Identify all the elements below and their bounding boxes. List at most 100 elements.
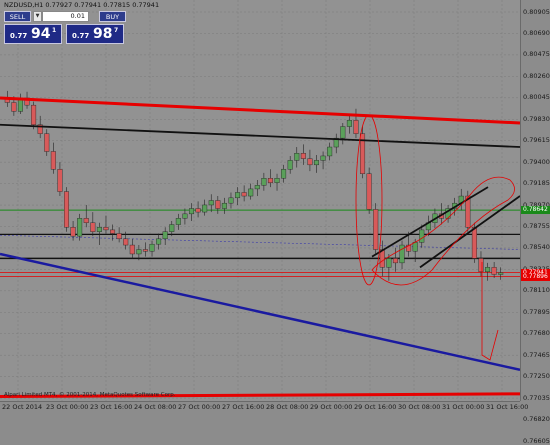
- candle-body: [31, 104, 37, 125]
- candle-body: [267, 178, 273, 183]
- candle-body: [188, 208, 195, 215]
- price-tick-label: 0.76605: [523, 436, 550, 445]
- candle-body: [103, 227, 109, 231]
- candle-body: [346, 120, 352, 127]
- copyright-notice: Alpari Limited MT4, © 2001-2014, MetaQuo…: [4, 392, 176, 398]
- time-tick-label: 27 Oct 16:00: [222, 403, 265, 411]
- time-tick-label: 28 Oct 08:00: [266, 403, 309, 411]
- candle-body: [471, 227, 477, 259]
- price-tick-label: 0.78110: [523, 286, 550, 295]
- time-tick-label: 29 Oct 16:00: [354, 403, 397, 411]
- candle-body: [235, 192, 241, 199]
- price-tick-label: 0.79185: [523, 179, 550, 188]
- chart-area[interactable]: NZDUSD,H1 0.77927 0.77941 0.77815 0.7794…: [0, 0, 521, 442]
- candle-body: [300, 153, 306, 159]
- candle-body: [221, 202, 227, 209]
- candle-body: [261, 178, 267, 186]
- candle-body: [392, 258, 398, 264]
- ask-price-pips: 98: [93, 26, 113, 42]
- price-tick-label: 0.77680: [523, 329, 550, 338]
- chevron-down-icon[interactable]: ▼: [33, 11, 42, 22]
- candle-body: [44, 133, 50, 152]
- candle-body: [57, 169, 63, 192]
- candle-body: [202, 204, 208, 213]
- candle-body: [419, 229, 425, 243]
- bid-price-prefix: 0.77: [10, 32, 28, 40]
- candle-body: [63, 191, 70, 228]
- blue-downtrend-line: [0, 252, 521, 372]
- candle-body: [77, 218, 83, 237]
- price-tick-label: 0.80045: [523, 93, 550, 102]
- candle-body: [373, 209, 379, 250]
- candle-body: [136, 249, 142, 255]
- price-tick-label: 0.77035: [523, 393, 550, 402]
- candle-body: [241, 192, 247, 197]
- price-tick-label: 0.80475: [523, 50, 550, 59]
- time-tick-label: 30 Oct 08:00: [398, 403, 441, 411]
- candle-body: [123, 238, 129, 246]
- candle-body: [254, 185, 260, 190]
- price-tick-label: 0.79615: [523, 136, 550, 145]
- candle-body: [175, 218, 181, 225]
- price-tick-label: 0.78755: [523, 222, 550, 230]
- candle-body: [110, 229, 116, 234]
- price-badge: 0.78642: [521, 206, 550, 215]
- price-tick-label: 0.77465: [523, 350, 550, 359]
- candle-body: [208, 200, 214, 206]
- time-tick-label: 23 Oct 16:00: [90, 403, 133, 411]
- candle-body: [327, 146, 333, 157]
- time-axis[interactable]: 22 Oct 2014 23 Oct 00:00 23 Oct 16:00 24 Oc…: [0, 401, 528, 413]
- price-tick-label: 0.76820: [523, 415, 550, 424]
- price-tick-label: 0.80905: [523, 7, 550, 16]
- price-tick-label: 0.79830: [523, 114, 550, 123]
- candle-body: [169, 224, 175, 232]
- candlestick-chart[interactable]: [0, 0, 521, 442]
- candle-body: [228, 197, 234, 204]
- sell-button[interactable]: SELL: [4, 11, 31, 22]
- candle-body: [281, 169, 287, 179]
- candle-body: [485, 267, 491, 272]
- candle-body: [162, 231, 168, 240]
- candle-body: [83, 218, 89, 223]
- time-tick-label: 24 Oct 08:00: [134, 403, 177, 411]
- ask-price-fraction: 7: [114, 27, 119, 34]
- candle-body: [287, 160, 293, 170]
- candle-body: [412, 242, 418, 252]
- price-axis[interactable]: 0.80905 0.80690 0.80475 0.80260 0.80045 0.798…: [520, 0, 550, 444]
- dotted-blue-line: [0, 234, 521, 250]
- candle-body: [96, 227, 102, 232]
- price-tick-label: 0.77895: [523, 307, 550, 316]
- candle-body: [215, 200, 221, 209]
- price-tick-label: 0.78540: [523, 243, 550, 252]
- candle-body: [274, 178, 280, 183]
- one-click-trading-panel: SELL ▼ 0.01 BUY 0.77 94 1 0.77 98 7: [4, 11, 126, 45]
- candle-body: [498, 272, 504, 275]
- candle-body: [90, 222, 96, 232]
- channel-upper-line: [371, 186, 489, 258]
- candle-body: [313, 160, 320, 166]
- candle-body: [195, 208, 201, 213]
- candle-body: [307, 158, 313, 166]
- candle-body: [156, 238, 162, 245]
- candle-body: [478, 258, 484, 272]
- price-tick-label: 0.79400: [523, 157, 550, 166]
- lot-size-input[interactable]: 0.01: [42, 11, 89, 22]
- candle-body: [320, 155, 326, 161]
- bid-price-fraction: 1: [52, 27, 57, 34]
- candle-body: [182, 213, 188, 219]
- buy-button[interactable]: BUY: [99, 11, 126, 22]
- candle-body: [399, 244, 405, 264]
- candle-body: [366, 173, 372, 210]
- candle-body: [386, 258, 392, 268]
- price-tick-label: 0.80260: [523, 71, 550, 80]
- bid-price-box[interactable]: 0.77 94 1: [4, 24, 62, 44]
- candle-body: [353, 120, 359, 134]
- time-tick-label: 23 Oct 00:00: [46, 403, 89, 411]
- candle-body: [248, 188, 254, 197]
- bid-price-pips: 94: [31, 26, 51, 42]
- candle-body: [149, 243, 155, 252]
- price-badge: 0.77896: [521, 272, 550, 281]
- ask-price-box[interactable]: 0.77 98 7: [66, 24, 124, 44]
- time-tick-label: 31 Oct 00:00: [442, 403, 485, 411]
- ask-price-prefix: 0.77: [72, 32, 90, 40]
